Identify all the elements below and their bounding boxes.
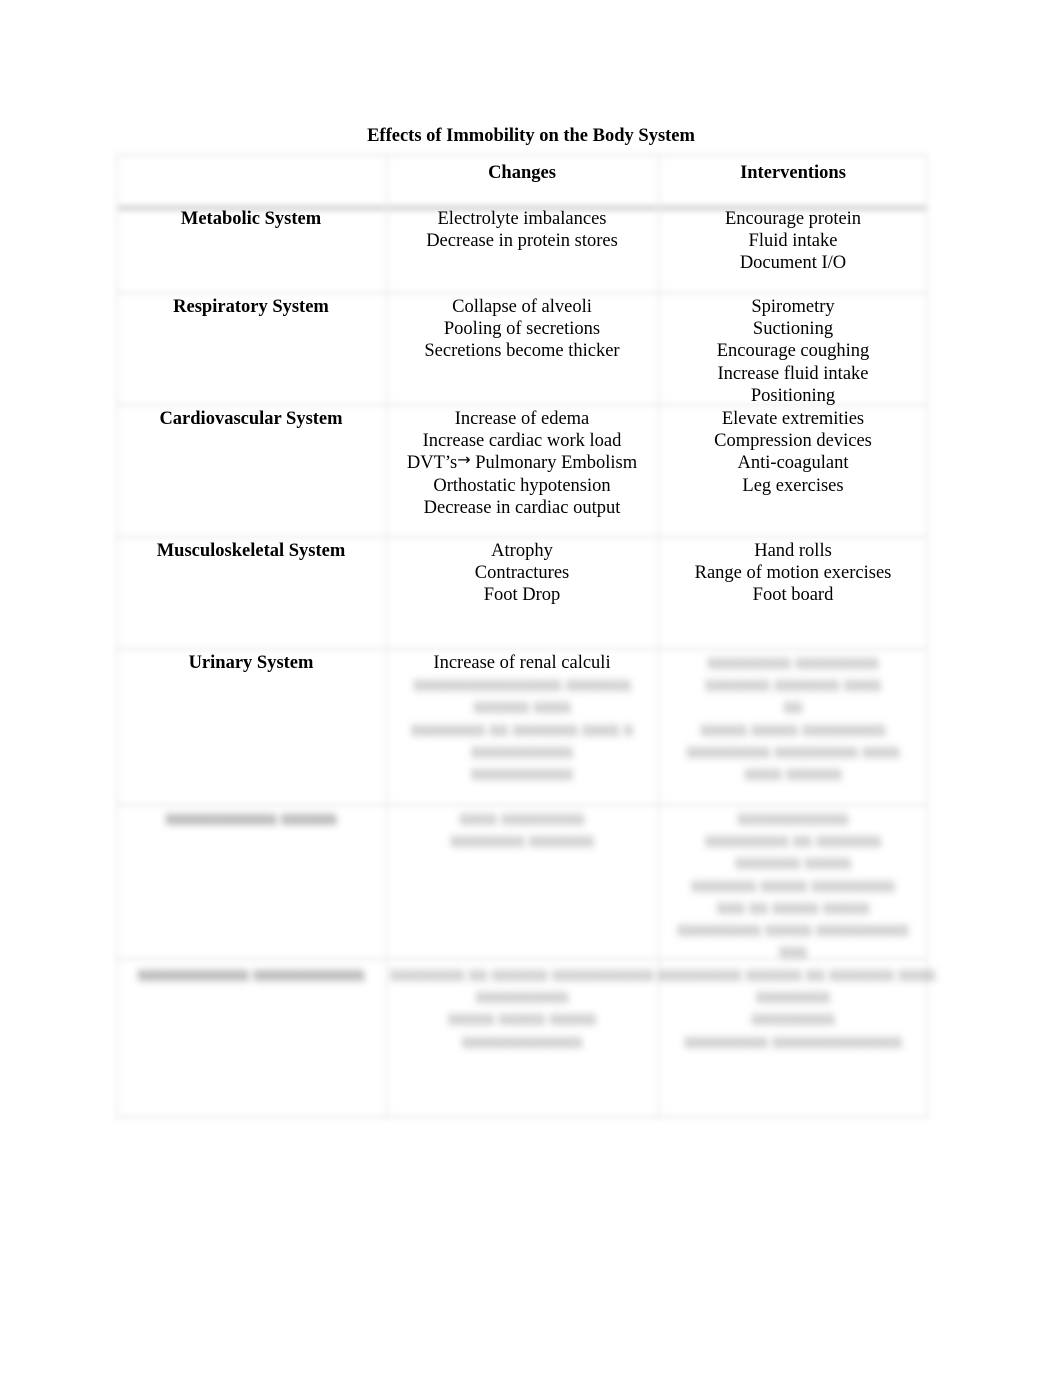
intervention-item: Foot board — [752, 585, 834, 606]
blurred-change-item: xxxx xxxxxxxxx — [459, 809, 585, 829]
system-name: Musculoskeletal System — [156, 541, 346, 561]
blurred-change-item: xxxxxxxx xxxxxxx — [450, 831, 594, 852]
intervention-item: Increase fluid intake — [717, 363, 869, 384]
changes-cell: Increase of edema Increase cardiac work … — [386, 408, 658, 519]
blurred-change-item: xxxxxxxxxx — [475, 987, 569, 1008]
right-arrow-icon: → — [457, 450, 471, 470]
intervention-item: Fluid intake — [748, 231, 838, 252]
blurred-intervention-item: xxxxxxxxx — [751, 1009, 835, 1030]
change-item: Collapse of alveoli — [452, 297, 592, 317]
intervention-item: Document I/O — [739, 253, 847, 274]
blurred-intervention-item: xxxxxxxxxxxx — [737, 809, 849, 829]
intervention-item: Hand rolls — [754, 541, 832, 561]
system-name: Urinary System — [188, 653, 314, 673]
change-item: Atrophy — [491, 541, 553, 561]
change-item: Orthostatic hypotension — [433, 475, 611, 496]
intervention-item: Leg exercises — [742, 475, 844, 496]
system-name: xxxxxxxxxxxx xxxxxxxxxxxx — [137, 965, 365, 985]
dvt-text: DVT’s — [406, 453, 458, 474]
blurred-change-item: xxxxxxxxxxx — [471, 764, 573, 785]
blurred-intervention-item: xxxxxxxxx xxxxxxxxxxxxxx — [684, 1031, 902, 1052]
blurred-intervention-item: xxxxxxxxx xxxxxxxxx xxxx — [686, 741, 900, 762]
change-item: Contractures — [474, 563, 570, 584]
interventions-cell: Spirometry Suctioning Encourage coughing… — [658, 296, 928, 407]
change-item: Increase cardiac work load — [422, 431, 622, 452]
interventions-cell: Elevate extremities Compression devices … — [658, 408, 928, 497]
blurred-intervention-item: xxxxxxxxx xx xxxxxxx — [705, 831, 881, 852]
change-item: Increase of edema — [454, 409, 590, 429]
change-item: Foot Drop — [483, 585, 561, 606]
blurred-intervention-item: xxxxxxxx — [756, 987, 830, 1008]
header-changes: Changes — [488, 163, 556, 183]
intervention-item: Anti-coagulant — [737, 453, 849, 474]
blurred-intervention-item: xxxx xxxxxx — [744, 764, 842, 785]
change-item: Electrolyte imbalances — [437, 209, 607, 229]
system-name: Respiratory System — [173, 297, 329, 317]
blurred-intervention-item: xxxxxxxxx xxxxxx xx xxxxxxx xxxx — [658, 965, 936, 985]
blurred-change-item: xxxxxxxxxxx — [471, 741, 573, 762]
blurred-intervention-item: xxxxxxx xxxxxxx xxxx — [705, 675, 881, 696]
intervention-item: Encourage coughing — [716, 341, 870, 362]
row-divider — [116, 804, 928, 806]
row-divider — [116, 292, 928, 294]
blurred-change-item: xxxxxx xxxx — [473, 697, 571, 718]
row-divider — [116, 536, 928, 538]
changes-cell: Electrolyte imbalances Decrease in prote… — [386, 208, 658, 252]
system-name: Cardiovascular System — [159, 409, 343, 429]
intervention-item: Spirometry — [751, 297, 835, 317]
intervention-item: Suctioning — [752, 319, 834, 340]
blurred-change-item: xxxxxxxx xx xxxxxxx xxxx x — [411, 719, 633, 740]
blurred-change-item: xxxxxxxxxxxxx — [461, 1031, 583, 1052]
blurred-change-item: xxxxxxxx xx xxxxxx xxxxxxxxxxx — [390, 965, 654, 985]
blurred-intervention-item: xxxxx xxxxx xxxxxxxxx — [700, 719, 886, 740]
changes-cell: Collapse of alveoli Pooling of secretion… — [386, 296, 658, 363]
interventions-cell: Encourage protein Fluid intake Document … — [658, 208, 928, 275]
immobility-table: Changes Interventions Metabolic System E… — [116, 154, 936, 1120]
header-interventions: Interventions — [740, 163, 846, 183]
system-name: xxxxxxxxxxxx xxxxxx — [165, 809, 337, 829]
interventions-cell: xxxxxxxxxxxx xxxxxxxxx xx xxxxxxx xxxxxx… — [658, 808, 928, 963]
blurred-change-item: xxxxxxxxxxxxxxxx xxxxxxx — [413, 675, 631, 696]
change-item-dvt: DVT’s→ Pulmonary Embolism — [386, 450, 658, 474]
blurred-intervention-item: xxxxxxxxx xxxxx xxxxxxxxxx — [677, 920, 909, 941]
interventions-cell: xxxxxxxxx xxxxxx xx xxxxxxx xxxx xxxxxxx… — [658, 964, 936, 1053]
changes-cell: xxxx xxxxxxxxx xxxxxxxx xxxxxxx — [386, 808, 658, 852]
changes-cell: Atrophy Contractures Foot Drop — [386, 540, 658, 607]
change-item: Secretions become thicker — [424, 341, 620, 362]
change-item: Decrease in protein stores — [426, 231, 618, 252]
interventions-cell-blurred: xxxxxxxxx xxxxxxxxx xxxxxxx xxxxxxx xxxx… — [658, 652, 928, 785]
change-item: Pooling of secretions — [443, 319, 601, 340]
changes-cell: xxxxxxxx xx xxxxxx xxxxxxxxxxx xxxxxxxxx… — [386, 964, 658, 1053]
blurred-intervention-item: xxx xx xxxxx xxxxx — [716, 897, 870, 918]
blurred-intervention-item: xx — [783, 697, 803, 718]
intervention-item: Positioning — [750, 385, 836, 406]
blurred-intervention-item: xxx — [779, 942, 807, 963]
intervention-item: Compression devices — [714, 431, 872, 452]
system-name: Metabolic System — [180, 209, 322, 229]
change-item: Decrease in cardiac output — [423, 497, 621, 518]
blurred-intervention-item: xxxxxxx xxxxx — [735, 853, 851, 874]
intervention-item: Encourage protein — [724, 209, 862, 229]
blurred-intervention-item: xxxxxxxxx xxxxxxxxx — [707, 653, 879, 673]
interventions-cell: Hand rolls Range of motion exercises Foo… — [658, 540, 928, 607]
table-border-top — [116, 154, 928, 156]
pe-text: Pulmonary Embolism — [475, 453, 638, 474]
document-title: Effects of Immobility on the Body System — [367, 126, 695, 146]
row-divider — [116, 648, 928, 650]
table-border-bottom — [116, 1116, 928, 1118]
change-item: Increase of renal calculi — [433, 653, 611, 673]
blurred-change-item: xxxxx xxxxx xxxxx — [448, 1009, 596, 1030]
intervention-item: Elevate extremities — [721, 409, 865, 429]
changes-cell: Increase of renal calculi xxxxxxxxxxxxxx… — [386, 652, 658, 785]
blurred-intervention-item: xxxxxxx xxxxx xxxxxxxxx — [691, 875, 895, 896]
intervention-item: Range of motion exercises — [694, 563, 892, 584]
